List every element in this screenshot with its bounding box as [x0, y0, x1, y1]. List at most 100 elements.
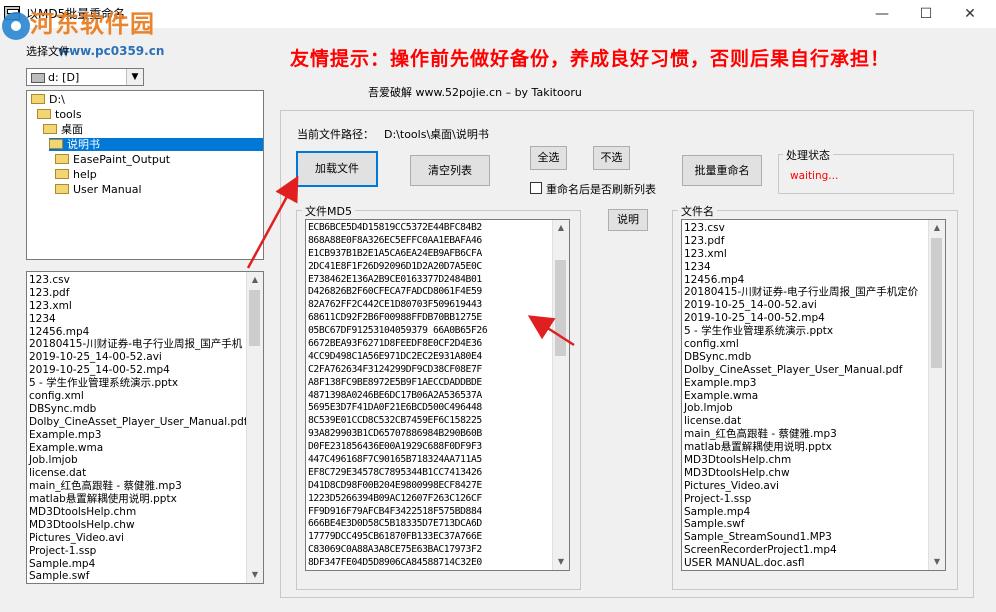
list-item[interactable]: 1223D5266394B09AC12607F263C126CF [308, 493, 487, 506]
scroll-up-icon[interactable]: ▲ [929, 220, 945, 236]
directory-tree[interactable]: D:\ tools 桌面 说明书 EasePaint_Output help User Ma… [26, 90, 264, 260]
list-item[interactable]: Dolby_CineAsset_Player_User_Manual.pdf [29, 416, 248, 429]
list-item[interactable]: 123.pdf [684, 235, 918, 248]
list-item[interactable]: MD3DtoolsHelp.chw [684, 467, 918, 480]
deselect-button[interactable]: 不选 [593, 146, 630, 170]
list-item[interactable]: 20180415-川财证券-电子行业周报_国产手机 [29, 338, 248, 351]
list-item[interactable]: D41D8CD98F00B204E9800998ECF8427E [308, 480, 487, 493]
list-item[interactable]: 2019-10-25_14-00-52.mp4 [684, 312, 918, 325]
list-item[interactable]: Sample_StreamSound1.MP3 [684, 531, 918, 544]
list-item[interactable]: 8DF347FE04D5D8906CA84588714C32E0 [308, 557, 487, 570]
list-item[interactable]: ScreenRecorderProject1.mp4 [684, 544, 918, 557]
list-item[interactable]: 123.xml [29, 300, 248, 313]
file-list[interactable]: 123.csv 123.pdf 123.xml 1234 12456.mp4 201804… [26, 271, 264, 584]
list-item[interactable]: matlab悬置解耦使用说明.pptx [684, 441, 918, 454]
list-item[interactable]: MD3DtoolsHelp.chw [29, 519, 248, 532]
tree-item[interactable]: help [55, 168, 97, 181]
list-item[interactable]: 1234 [684, 261, 918, 274]
list-item[interactable]: FF9D916F79AFCB4F3422518F575BD884 [308, 506, 487, 519]
list-item[interactable]: 5695E3D7F41DA0F21E6BCD500C496448 [308, 402, 487, 415]
list-item[interactable]: Job.lmjob [29, 454, 248, 467]
file-list-scrollbar[interactable]: ▲ ▼ [246, 272, 263, 583]
list-item[interactable]: config.xml [684, 338, 918, 351]
list-item[interactable]: 123.csv [29, 274, 248, 287]
list-item[interactable]: Example.mp3 [684, 377, 918, 390]
refresh-checkbox[interactable] [530, 182, 542, 194]
scroll-thumb[interactable] [555, 260, 566, 356]
list-item[interactable]: Sample.mp4 [684, 506, 918, 519]
md5-list[interactable]: ECB6BCE5D4D15819CC5372E44BFC84B2 868A88E0… [305, 219, 570, 571]
batch-rename-button[interactable]: 批量重命名 [682, 155, 762, 186]
scroll-down-icon[interactable]: ▼ [929, 554, 945, 570]
list-item[interactable]: Sample.mp4 [29, 558, 248, 571]
list-item[interactable]: main_红色高跟鞋 - 蔡健雅.mp3 [684, 428, 918, 441]
list-item[interactable]: Sample.swf [29, 570, 248, 583]
scroll-down-icon[interactable]: ▼ [247, 567, 263, 583]
list-item[interactable]: 2019-10-25_14-00-52.avi [29, 351, 248, 364]
list-item[interactable]: DBSync.mdb [684, 351, 918, 364]
tree-item[interactable]: D:\ [31, 93, 65, 106]
list-item[interactable]: 123.csv [684, 222, 918, 235]
list-item[interactable]: 4CC9D498C1A56E971DC2EC2E931A80E4 [308, 351, 487, 364]
list-item[interactable]: 12456.mp4 [684, 274, 918, 287]
select-all-button[interactable]: 全选 [530, 146, 567, 170]
list-item[interactable]: Dolby_CineAsset_Player_User_Manual.pdf [684, 364, 918, 377]
scroll-up-icon[interactable]: ▲ [247, 272, 263, 288]
md5-list-scrollbar[interactable]: ▲ ▼ [552, 220, 569, 570]
close-icon[interactable]: ✕ [948, 0, 992, 28]
tree-item[interactable]: EasePaint_Output [55, 153, 170, 166]
list-item[interactable]: Project-1.ssp [29, 545, 248, 558]
list-item[interactable]: A8F138FC9BE8972E5B9F1AECCDADDBDE [308, 377, 487, 390]
list-item[interactable]: E738462E136A2B9CE0163377D2484B01 [308, 274, 487, 287]
list-item[interactable]: license.dat [29, 467, 248, 480]
list-item[interactable]: 123.pdf [29, 287, 248, 300]
drive-select[interactable]: d: [D] ▼ [26, 68, 144, 86]
list-item[interactable]: matlab悬置解耦使用说明.pptx [29, 493, 248, 506]
list-item[interactable]: DBSync.mdb [29, 403, 248, 416]
list-item[interactable]: MD3DtoolsHelp.chm [684, 454, 918, 467]
scroll-up-icon[interactable]: ▲ [553, 220, 569, 236]
list-item[interactable]: Sample.swf [684, 518, 918, 531]
list-item[interactable]: Pictures_Video.avi [684, 480, 918, 493]
chevron-down-icon[interactable]: ▼ [126, 69, 143, 85]
filename-list-scrollbar[interactable]: ▲ ▼ [928, 220, 945, 570]
list-item[interactable]: 1234 [29, 313, 248, 326]
list-item[interactable]: 82A762FF2C442CE1D80703F509619443 [308, 299, 487, 312]
list-item[interactable]: 20180415-川财证券-电子行业周报_国产手机定价 [684, 286, 918, 299]
list-item[interactable]: 5 - 学生作业管理系统演示.pptx [684, 325, 918, 338]
list-item[interactable]: EF8C729E34578C7895344B1CC7413426 [308, 467, 487, 480]
tree-item[interactable]: User Manual [55, 183, 142, 196]
list-item[interactable]: C2FA762634F3124299DF9CD38CF08E7F [308, 364, 487, 377]
scroll-thumb[interactable] [931, 238, 942, 368]
list-item[interactable]: 17779DCC495CB61870FB133EC37A766E [308, 531, 487, 544]
list-item[interactable]: 4871398A0246BE6DC17B06A2A536537A [308, 390, 487, 403]
list-item[interactable]: 8C539E01CCD8C532CB7459EF6C158225 [308, 415, 487, 428]
list-item[interactable]: Example.wma [684, 390, 918, 403]
list-item[interactable]: Project-1.ssp [684, 493, 918, 506]
list-item[interactable]: 12456.mp4 [29, 326, 248, 339]
list-item[interactable]: 6672BEA93F6271D8FEEDF8E0CF2D4E36 [308, 338, 487, 351]
list-item[interactable]: 123.xml [684, 248, 918, 261]
list-item[interactable]: config.xml [29, 390, 248, 403]
list-item[interactable]: 2019-10-25_14-00-52.avi [684, 299, 918, 312]
list-item[interactable]: 05BC67DF91253104059379 66A0B65F26 [308, 325, 488, 338]
tree-item[interactable]: tools [37, 108, 82, 121]
list-item[interactable]: 868A88E0F8A326EC5EFFC0AA1EBAFA46 [308, 235, 487, 248]
list-item[interactable]: D0FE231856436E00A1929C688F0DF9F3 [308, 441, 487, 454]
list-item[interactable]: Job.lmjob [684, 402, 918, 415]
list-item[interactable]: 447C496168F7C90165B718324AA711A5 [308, 454, 487, 467]
filename-list[interactable]: 123.csv 123.pdf 123.xml 1234 12456.mp4 201804… [681, 219, 946, 571]
list-item[interactable]: Example.wma [29, 442, 248, 455]
list-item[interactable]: 2019-10-25_14-00-52.mp4 [29, 364, 248, 377]
list-item[interactable]: 68611CD92F2B6F00988FFDB70BB1275E [308, 312, 487, 325]
list-item[interactable]: D426826B2F60CFECA7FADCD8061F4E59 [308, 286, 487, 299]
clear-list-button[interactable]: 清空列表 [410, 155, 490, 186]
list-item[interactable]: 2DC41E8F1F26D92096D1D2A20D7A5E0C [308, 261, 487, 274]
list-item[interactable]: 93A829903B1CD65707886984B290B60B [308, 428, 487, 441]
tree-item[interactable]: 桌面 [43, 123, 83, 136]
list-item[interactable]: main_红色高跟鞋 - 蔡健雅.mp3 [29, 480, 248, 493]
list-item[interactable]: Example.mp3 [29, 429, 248, 442]
minimize-icon[interactable]: — [860, 0, 904, 28]
list-item[interactable]: 666BE4E3D0D58C5B18335D7E713DCA6D [308, 518, 487, 531]
list-item[interactable]: USER MANUAL.doc.asfl [684, 557, 918, 570]
